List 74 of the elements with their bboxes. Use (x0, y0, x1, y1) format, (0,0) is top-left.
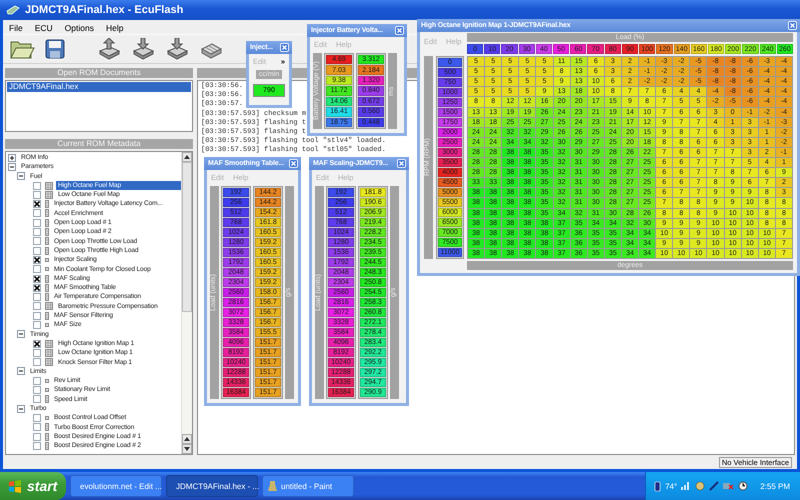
close-button[interactable] (395, 26, 404, 35)
checkbox[interactable] (33, 218, 41, 227)
menu-item[interactable]: Help (106, 23, 124, 34)
menu-item[interactable]: File (9, 23, 23, 34)
chip-arrow-icon[interactable] (131, 38, 155, 60)
temperature-text: 74° (665, 482, 678, 490)
checkbox[interactable] (33, 358, 41, 366)
arrow-down-icon[interactable] (184, 447, 190, 451)
close-button[interactable] (280, 43, 289, 52)
checkbox[interactable] (33, 246, 41, 255)
square-icon (45, 388, 49, 392)
arrow-up-icon[interactable] (184, 155, 190, 159)
column-icon (45, 312, 49, 320)
signal-icon[interactable] (681, 481, 692, 491)
taskbar-button[interactable]: untitled - Paint (262, 475, 354, 497)
collapse-icon[interactable] (17, 367, 25, 376)
checkbox[interactable] (33, 340, 41, 348)
panel-header: Current ROM Metadata (5, 139, 193, 149)
window-title: JDMCT9AFinal.hex - EcuFlash (25, 4, 184, 16)
collapse-icon[interactable] (17, 404, 25, 413)
expand-icon[interactable] (8, 154, 16, 162)
square-icon (45, 416, 49, 420)
collapse-icon[interactable] (17, 330, 25, 338)
checkbox[interactable] (33, 265, 41, 274)
checkbox[interactable] (33, 293, 41, 302)
paint-jar-icon (268, 481, 277, 491)
checkbox[interactable] (33, 209, 41, 218)
checkbox[interactable] (33, 395, 41, 404)
chip-arrow-icon[interactable] (97, 38, 121, 60)
square-icon (45, 258, 49, 262)
checkbox[interactable] (33, 200, 41, 208)
checkbox[interactable] (33, 228, 41, 236)
scrollbar[interactable] (181, 152, 192, 454)
checkbox[interactable] (33, 302, 41, 310)
network-error-icon[interactable] (723, 481, 734, 491)
checkbox[interactable] (33, 432, 41, 441)
checkbox[interactable] (33, 414, 41, 422)
checkbox[interactable] (33, 274, 41, 282)
checkbox[interactable] (33, 442, 41, 450)
app-icon (6, 5, 20, 15)
table-icon (45, 302, 53, 310)
checkbox[interactable] (33, 182, 41, 190)
flag-icon (8, 480, 22, 492)
menu-item[interactable]: Options (64, 23, 94, 34)
checkbox[interactable] (33, 320, 41, 329)
arrow-up-icon[interactable] (184, 437, 190, 441)
checkbox[interactable] (33, 190, 41, 199)
chip-arrow-icon[interactable] (165, 38, 189, 60)
close-button[interactable] (788, 21, 797, 30)
menu-item[interactable]: ECU (34, 23, 53, 34)
close-button[interactable] (289, 159, 298, 168)
taskbar-button[interactable]: JDMCT9AFinal.hex - ... (166, 475, 258, 497)
document-item[interactable]: JDMCT9AFinal.hex (7, 82, 191, 92)
close-button[interactable] (397, 159, 406, 168)
clock-text: 2:55 PM (760, 482, 790, 490)
start-button[interactable]: start (0, 472, 66, 500)
checkbox[interactable] (33, 256, 41, 264)
square-icon (45, 267, 49, 272)
checkbox[interactable] (33, 237, 41, 246)
collapse-icon[interactable] (8, 162, 16, 171)
checkbox[interactable] (33, 312, 41, 320)
checkbox[interactable] (33, 376, 41, 385)
checkbox[interactable] (33, 386, 41, 394)
checkbox[interactable] (33, 348, 41, 357)
square-icon (45, 378, 49, 383)
clock-icon[interactable] (738, 481, 748, 491)
checkbox[interactable] (33, 284, 41, 292)
checkbox[interactable] (33, 423, 41, 432)
collapse-icon[interactable] (17, 172, 25, 180)
square-icon (45, 322, 49, 327)
panel-header: Open ROM Documents (5, 68, 193, 78)
battery-icon[interactable] (654, 480, 662, 492)
taskbar-button[interactable]: evolutionm.net - Edit ... (70, 475, 162, 497)
column-icon (45, 395, 49, 404)
